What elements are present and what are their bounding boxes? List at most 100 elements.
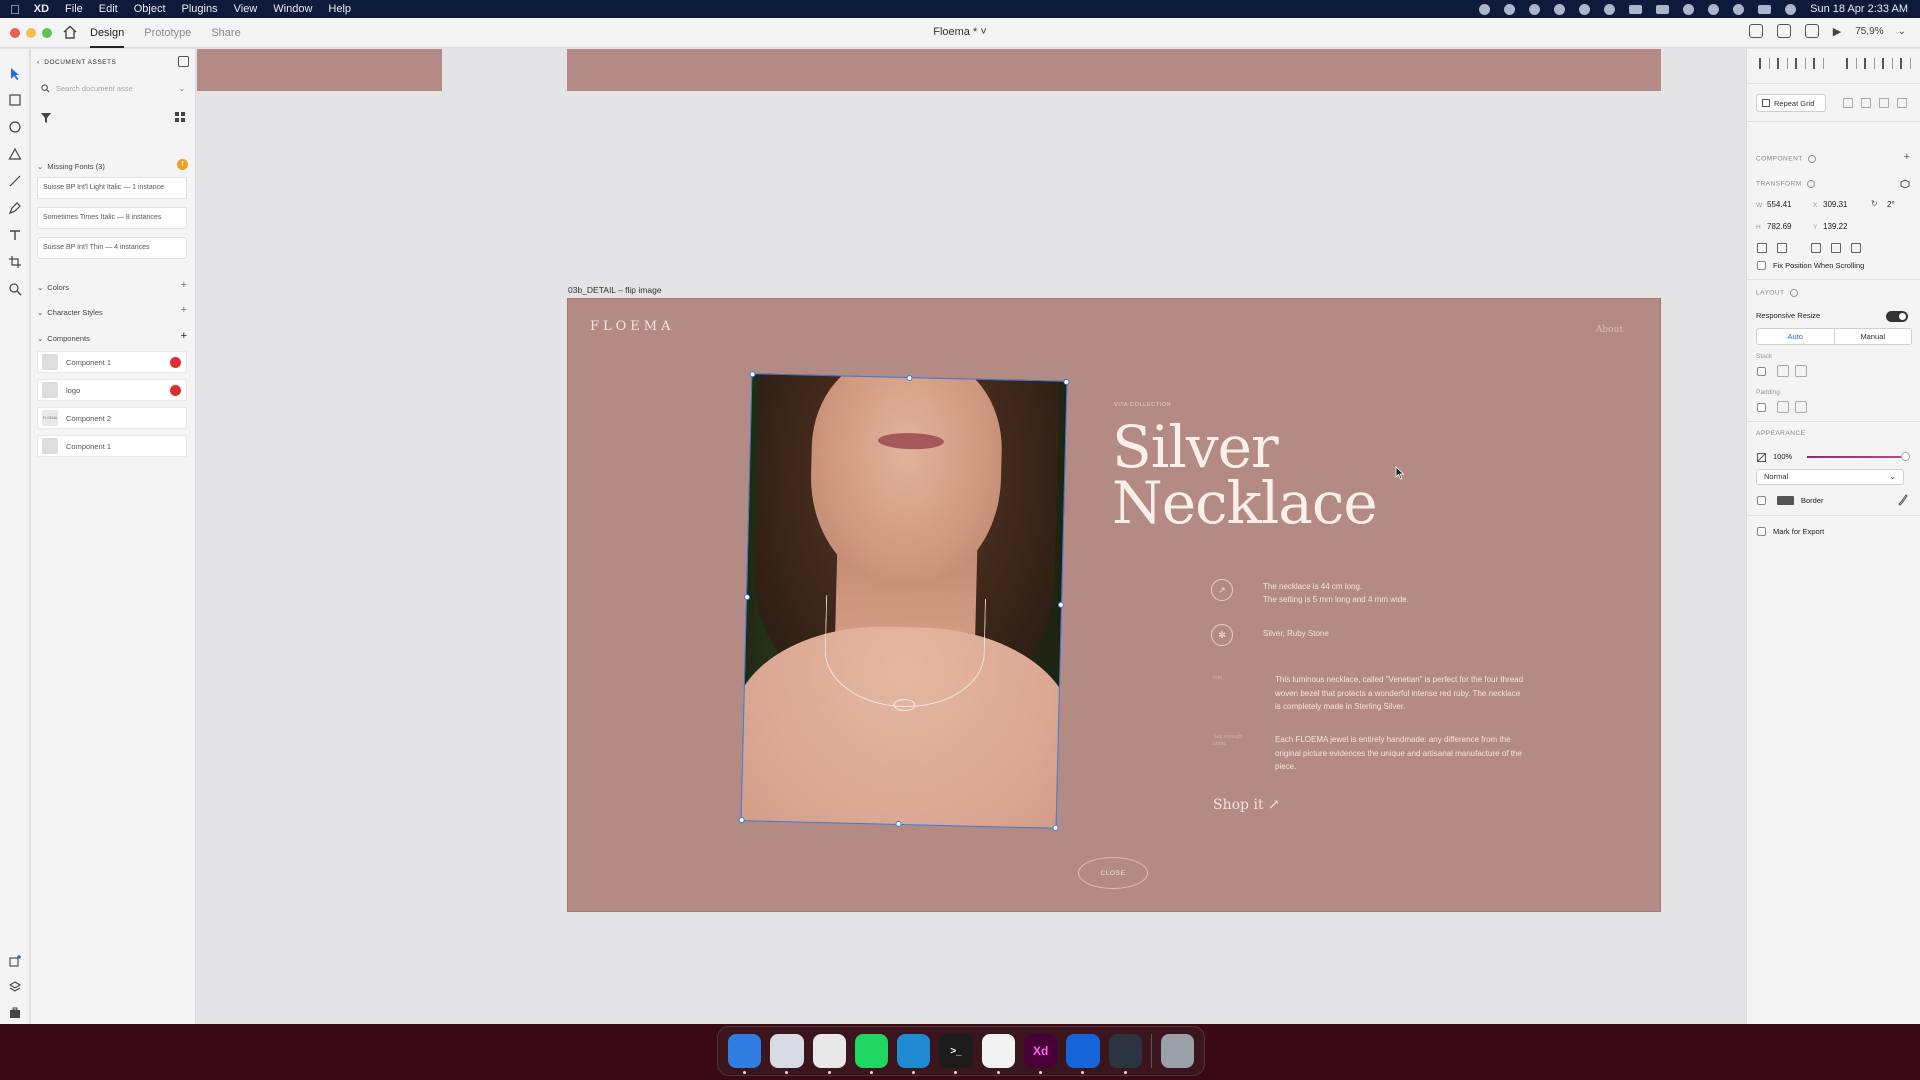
- resize-auto-option[interactable]: Auto: [1757, 329, 1835, 344]
- dock-app-maps-icon[interactable]: [1066, 1034, 1100, 1074]
- flip-horizontal-icon[interactable]: [1757, 243, 1767, 253]
- polygon-tool-icon[interactable]: [7, 146, 23, 162]
- share-user-icon[interactable]: [1748, 24, 1763, 38]
- repeat-grid-button[interactable]: Repeat Grid: [1756, 94, 1826, 112]
- handmade-text[interactable]: Each FLOEMA jewel is entirely handmade: …: [1275, 733, 1525, 774]
- size-icon[interactable]: ↗: [1211, 579, 1233, 601]
- component-item[interactable]: logo: [37, 379, 187, 401]
- product-photo[interactable]: [740, 373, 1068, 829]
- size-spec[interactable]: The necklace is 44 cm long. The setting …: [1263, 580, 1409, 606]
- components-section[interactable]: ⌄ Components: [37, 334, 90, 343]
- menu-plugins[interactable]: Plugins: [182, 3, 218, 15]
- keyboard-icon[interactable]: [1656, 4, 1670, 14]
- layers-icon[interactable]: [9, 981, 21, 993]
- distribute-horizontal-icon[interactable]: [1900, 58, 1911, 69]
- padding-uniform-icon[interactable]: [1777, 401, 1789, 413]
- dock-app-launchpad-icon[interactable]: [770, 1034, 804, 1074]
- chevron-down-icon[interactable]: ⌄: [179, 84, 185, 93]
- dock-app-chrome-icon[interactable]: [812, 1034, 846, 1074]
- menu-help[interactable]: Help: [328, 3, 351, 15]
- union-icon[interactable]: [1843, 98, 1853, 108]
- artboard-above[interactable]: [567, 49, 1661, 91]
- artboard-detail[interactable]: FLOEMA About VITA COLLECTION Silver Neck…: [567, 298, 1661, 912]
- align-bottom-icon[interactable]: [1795, 58, 1806, 69]
- missing-font-item[interactable]: Suisse BP Int'l Thin — 4 instances: [37, 237, 187, 259]
- design-canvas[interactable]: 03b_DETAIL – flip image FLOEMA About VIT…: [197, 49, 1745, 1024]
- upload-icon[interactable]: [1579, 3, 1591, 15]
- dock-app-vs-code-icon[interactable]: [897, 1034, 931, 1074]
- home-icon[interactable]: [63, 25, 77, 39]
- select-tool-icon[interactable]: [7, 66, 23, 82]
- artboard-label[interactable]: 03b_DETAIL – flip image: [568, 285, 662, 295]
- intersect-icon[interactable]: [1879, 98, 1889, 108]
- close-button[interactable]: CLOSE: [1078, 857, 1148, 889]
- resize-manual-option[interactable]: Manual: [1835, 329, 1912, 344]
- stack-horizontal-icon[interactable]: [1795, 365, 1807, 377]
- missing-fonts-section[interactable]: ⌄ Missing Fonts (3): [37, 162, 105, 171]
- product-title[interactable]: Silver Necklace: [1112, 418, 1378, 532]
- height-field[interactable]: 782.69: [1767, 222, 1791, 231]
- dock-app-adobe-xd-icon[interactable]: Xd: [1023, 1034, 1058, 1074]
- rotate-icon[interactable]: ↻: [1871, 199, 1878, 208]
- padding-individual-icon[interactable]: [1795, 401, 1807, 413]
- align-right-icon[interactable]: [1882, 58, 1893, 69]
- assets-header[interactable]: ‹ DOCUMENT ASSETS: [37, 59, 116, 66]
- brand-logo[interactable]: FLOEMA: [590, 319, 675, 334]
- description-text[interactable]: This luminous necklace, called "Venetian…: [1275, 673, 1525, 714]
- distribute-vertical-icon[interactable]: [1813, 58, 1824, 69]
- pen-tool-icon[interactable]: [7, 200, 23, 216]
- apple-menu-icon[interactable]: : [10, 2, 20, 17]
- align-left-icon[interactable]: [1846, 58, 1857, 69]
- collection-label[interactable]: VITA COLLECTION: [1114, 402, 1171, 408]
- missing-font-item[interactable]: Suisse BP Int'l Light Italic — 1 instanc…: [37, 177, 187, 199]
- add-component-button[interactable]: +: [1904, 151, 1910, 163]
- border-color-swatch[interactable]: [1777, 496, 1794, 505]
- tab-design[interactable]: Design: [90, 18, 125, 48]
- material-icon[interactable]: ✻: [1211, 624, 1233, 646]
- dock-app-terminal-icon[interactable]: >_: [939, 1034, 973, 1074]
- menu-object[interactable]: Object: [134, 3, 166, 15]
- battery-icon[interactable]: [1629, 4, 1643, 14]
- add-character-style-button[interactable]: +: [181, 304, 187, 316]
- align-middle-icon[interactable]: [1777, 58, 1788, 69]
- align-top-icon[interactable]: [1759, 58, 1770, 69]
- info-icon[interactable]: [1789, 289, 1798, 297]
- blend-mode-select[interactable]: Normal ⌄: [1756, 469, 1904, 485]
- padding-checkbox[interactable]: [1757, 403, 1766, 412]
- assets-icon[interactable]: [9, 1007, 21, 1019]
- add-color-button[interactable]: +: [181, 279, 187, 291]
- ellipse-tool-icon[interactable]: [7, 119, 23, 135]
- x-field[interactable]: 309.31: [1823, 200, 1847, 209]
- minimize-window-button[interactable]: [26, 28, 36, 38]
- sync-icon[interactable]: [1554, 3, 1566, 15]
- device-preview-icon[interactable]: [1804, 24, 1819, 38]
- add-component-button[interactable]: +: [181, 330, 187, 342]
- align-center-icon[interactable]: [1864, 58, 1875, 69]
- eyedropper-icon[interactable]: [1898, 494, 1908, 506]
- handmade-label[interactable]: Say enough show: [1213, 734, 1242, 748]
- mobile-preview-icon[interactable]: [1776, 24, 1791, 38]
- tab-prototype[interactable]: Prototype: [144, 18, 191, 48]
- dock-app-trash-icon[interactable]: [1160, 1034, 1195, 1068]
- fix-position-checkbox[interactable]: [1757, 261, 1766, 270]
- close-window-button[interactable]: [10, 28, 20, 38]
- component-item[interactable]: Component 1: [37, 351, 187, 373]
- info-label[interactable]: Info: [1213, 675, 1222, 682]
- opacity-value[interactable]: 100%: [1773, 452, 1792, 461]
- stack-checkbox[interactable]: [1757, 367, 1766, 376]
- link-icon[interactable]: [170, 357, 181, 368]
- menubar-clock[interactable]: Sun 18 Apr 2:33 AM: [1810, 3, 1908, 15]
- y-field[interactable]: 139.22: [1823, 222, 1847, 231]
- fit-height-icon[interactable]: [1831, 243, 1841, 253]
- info-icon[interactable]: [1807, 155, 1816, 163]
- mark-for-export-checkbox[interactable]: [1757, 527, 1766, 536]
- filter-icon[interactable]: [41, 113, 51, 123]
- siri-icon[interactable]: [1785, 3, 1797, 15]
- assets-search-field[interactable]: Search document asse ⌄: [37, 79, 189, 97]
- text-tool-icon[interactable]: [7, 227, 23, 243]
- play-status-icon[interactable]: [1604, 3, 1616, 15]
- colors-section[interactable]: ⌄ Colors: [37, 283, 69, 292]
- link-icon[interactable]: [170, 385, 181, 396]
- material-spec[interactable]: Silver, Ruby Stone: [1263, 627, 1329, 640]
- dock-app-spotify-icon[interactable]: [854, 1034, 889, 1074]
